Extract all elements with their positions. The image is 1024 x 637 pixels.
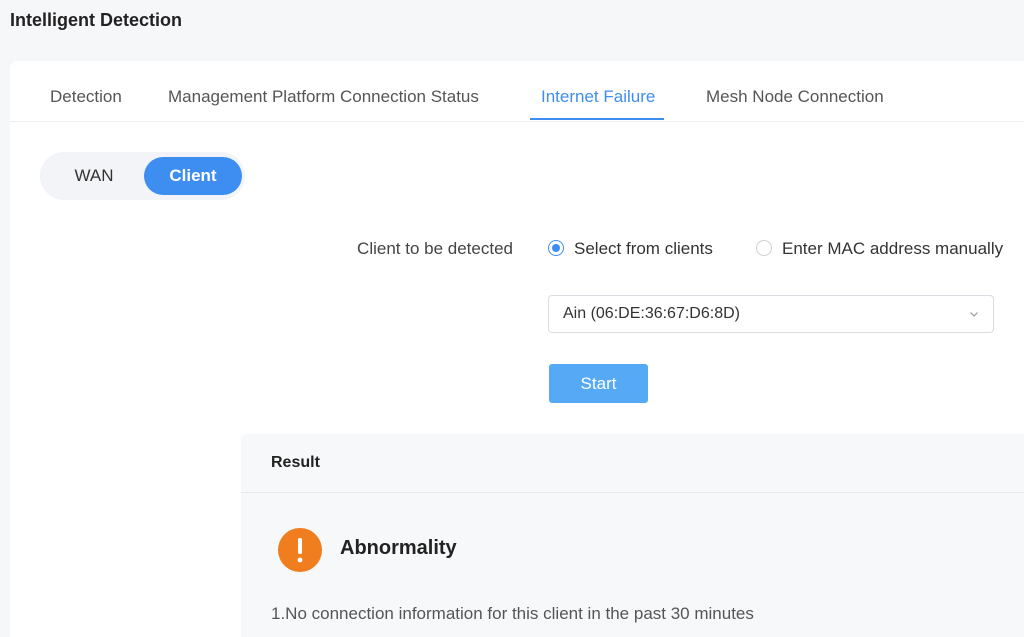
chevron-down-icon [970, 312, 978, 317]
wan-client-segmented-control: WAN Client [40, 152, 245, 200]
radio-select-from-clients[interactable]: Select from clients [548, 239, 713, 259]
client-select-value: Ain (06:DE:36:67:D6:8D) [563, 305, 740, 322]
tab-management-platform-connection-status[interactable]: Management Platform Connection Status [168, 61, 479, 120]
radio-checked-icon [548, 240, 564, 256]
page-title: Intelligent Detection [10, 10, 183, 30]
start-button[interactable]: Start [549, 364, 648, 403]
result-detail: 1.No connection information for this cli… [271, 604, 754, 623]
tab-mesh-node-connection[interactable]: Mesh Node Connection [706, 61, 884, 120]
detection-card: Detection Management Platform Connection… [10, 61, 1024, 637]
result-title: Result [271, 454, 320, 471]
result-status: Abnormality [340, 537, 457, 559]
segment-client[interactable]: Client [144, 157, 242, 195]
result-header: Result [241, 434, 1024, 493]
tab-detection[interactable]: Detection [50, 61, 122, 120]
radio-enter-mac-manually-label: Enter MAC address manually [782, 239, 1004, 258]
radio-unchecked-icon [756, 240, 772, 256]
client-select[interactable]: Ain (06:DE:36:67:D6:8D) [548, 295, 994, 333]
tab-bar: Detection Management Platform Connection… [10, 61, 1024, 122]
result-panel: Result Abnormality 1.No connection infor… [241, 434, 1024, 637]
exclamation-icon [278, 528, 322, 572]
radio-enter-mac-manually[interactable]: Enter MAC address manually [756, 239, 1003, 259]
segment-wan[interactable]: WAN [45, 157, 143, 195]
radio-select-from-clients-label: Select from clients [574, 239, 713, 258]
client-to-be-detected-label: Client to be detected [357, 239, 513, 258]
tab-internet-failure[interactable]: Internet Failure [529, 61, 665, 120]
